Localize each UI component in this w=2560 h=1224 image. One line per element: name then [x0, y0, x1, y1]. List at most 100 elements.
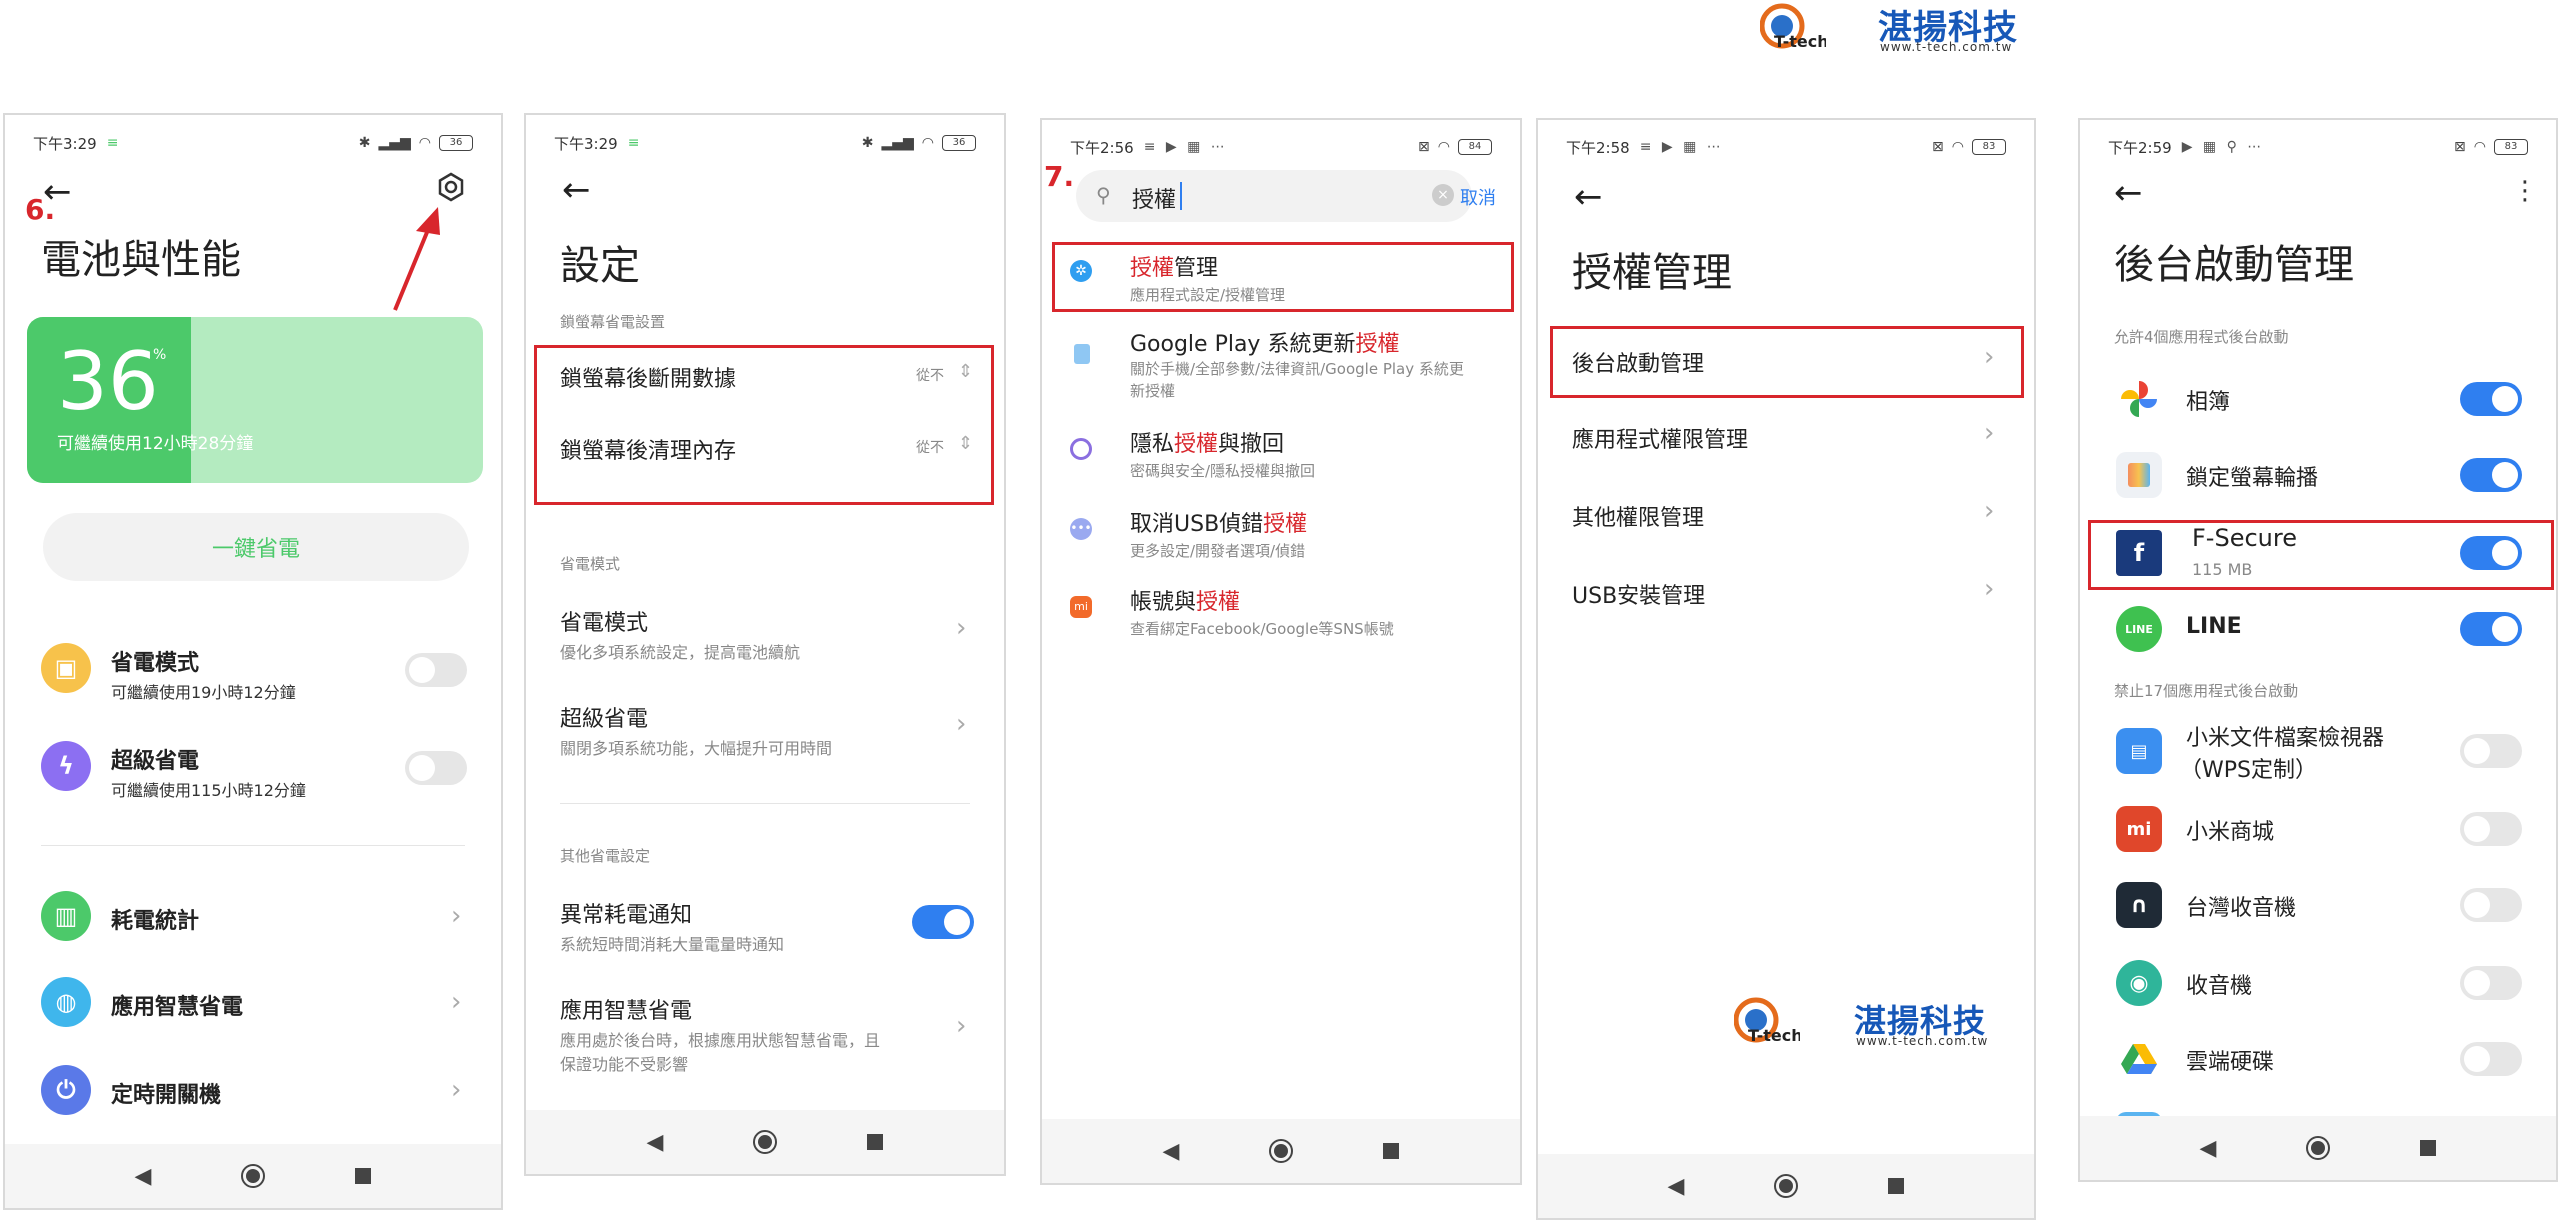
- app-toggle[interactable]: [2460, 812, 2522, 846]
- scheduled-power-title[interactable]: 定時開關機: [111, 1077, 221, 1109]
- status-time: 下午2:56: [1070, 138, 1134, 157]
- background-start-title[interactable]: 後台啟動管理: [1572, 346, 1704, 378]
- result-privacy[interactable]: 隱私授權與撤回 密碼與安全/隱私授權與撤回: [1042, 424, 1520, 494]
- back-arrow-icon[interactable]: ←: [2114, 176, 2143, 210]
- back-arrow-icon[interactable]: ←: [1574, 180, 1603, 214]
- app-permission-title[interactable]: 應用程式權限管理: [1572, 422, 1748, 454]
- app-toggle[interactable]: [2460, 536, 2522, 570]
- nav-back-icon[interactable]: ◀: [2200, 1136, 2217, 1161]
- app-toggle[interactable]: [2460, 888, 2522, 922]
- lock-clear-memory-title[interactable]: 鎖螢幕後清理內存: [560, 433, 736, 465]
- one-key-save-button[interactable]: 一鍵省電: [43, 513, 469, 581]
- result-title: 取消USB偵錯授權: [1130, 506, 1307, 538]
- usb-install-title[interactable]: USB安裝管理: [1572, 578, 1705, 610]
- abnormal-drain-title[interactable]: 異常耗電通知: [560, 897, 692, 929]
- status-bar: 下午3:29 ≡ ✱ ▂▄▆ ◠ 36: [526, 115, 1004, 171]
- more-options-icon[interactable]: ⋮: [2512, 176, 2538, 206]
- chevron-right-icon: ›: [451, 901, 462, 931]
- app-toggle[interactable]: [2460, 612, 2522, 646]
- watermark-logo: T-tech 湛揚科技 www.t-tech.com.tw: [1734, 996, 2034, 1056]
- lock-clear-memory-value[interactable]: 從不: [916, 437, 944, 457]
- nav-recent-icon[interactable]: [1888, 1178, 1905, 1194]
- result-title: Google Play 系統更新授權: [1130, 326, 1399, 358]
- remaining-time: 可繼續使用12小時28分鐘: [57, 434, 254, 454]
- nav-back-icon[interactable]: ◀: [1163, 1139, 1180, 1164]
- clear-icon[interactable]: ×: [1432, 184, 1454, 206]
- highlight-term: 授權: [1196, 590, 1241, 615]
- nav-back-icon[interactable]: ◀: [135, 1164, 152, 1189]
- mi-account-icon: mi: [1070, 596, 1092, 618]
- app-toggle[interactable]: [2460, 458, 2522, 492]
- nav-home-icon[interactable]: [1774, 1174, 1799, 1198]
- status-time: 下午2:59: [2108, 138, 2172, 157]
- google-drive-icon: [2116, 1036, 2162, 1082]
- wifi-icon: ◠: [418, 135, 431, 151]
- section-header: 允許4個應用程式後台啟動: [2114, 328, 2289, 346]
- nav-recent-icon[interactable]: [2420, 1140, 2437, 1156]
- svg-text:T-tech: T-tech: [1774, 32, 1826, 51]
- app-name: 相簿: [2186, 390, 2231, 415]
- nav-home-icon[interactable]: [2306, 1136, 2331, 1160]
- app-name-line2: （WPS定制）: [2180, 758, 2317, 783]
- screen-settings: 下午3:29 ≡ ✱ ▂▄▆ ◠ 36 ← 設定 鎖螢幕省電設置 鎖螢幕後斷開數…: [524, 113, 1006, 1176]
- result-usb-debug[interactable]: ••• 取消USB偵錯授權 更多設定/開發者選項/偵錯: [1042, 504, 1520, 574]
- nav-home-icon[interactable]: [241, 1164, 266, 1188]
- nav-recent-icon[interactable]: [867, 1134, 884, 1150]
- app-toggle[interactable]: [2460, 1042, 2522, 1076]
- sim-icon: ⊠: [1932, 139, 1944, 155]
- abnormal-drain-toggle[interactable]: [912, 905, 974, 939]
- nav-back-icon[interactable]: ◀: [1668, 1174, 1685, 1199]
- svg-text:T-tech: T-tech: [1748, 1026, 1800, 1045]
- app-name: LINE: [2186, 614, 2242, 639]
- result-title-pre: 隱私: [1130, 432, 1175, 457]
- nav-recent-icon[interactable]: [1383, 1143, 1400, 1159]
- smart-saving-title[interactable]: 應用智慧省電: [111, 989, 243, 1021]
- photos-app-icon: [2116, 376, 2162, 422]
- saving-mode-title[interactable]: 省電模式: [560, 605, 648, 637]
- lock-disconnect-data-value[interactable]: 從不: [916, 365, 944, 385]
- signal-icon: ▂▄▆: [378, 135, 411, 151]
- nav-home-icon[interactable]: [1269, 1139, 1294, 1163]
- app-smart-saving-title[interactable]: 應用智慧省電: [560, 993, 692, 1025]
- super-saving-sub: 關閉多項系統功能，大幅提升可用時間: [560, 739, 833, 758]
- super-saving-toggle[interactable]: [405, 751, 467, 785]
- fingerprint-icon: [1070, 438, 1092, 460]
- nav-home-icon[interactable]: [753, 1130, 778, 1154]
- battery-percent-sign: %: [153, 347, 167, 363]
- nav-back-icon[interactable]: ◀: [647, 1130, 664, 1155]
- highlight-term: 授權: [1355, 332, 1400, 357]
- search-input[interactable]: 授權: [1132, 182, 1176, 214]
- power-stats-title[interactable]: 耗電統計: [111, 903, 199, 935]
- power-saving-toggle[interactable]: [405, 653, 467, 687]
- app-toggle[interactable]: [2460, 734, 2522, 768]
- super-saving-title[interactable]: 超級省電: [560, 701, 648, 733]
- screen-search: 下午2:56 ≡ ▶ ▦ ⋯ ⊠ ◠ 84 7. ⚲ 授權 × 取消 ✲ 授權管…: [1040, 118, 1522, 1185]
- chevron-right-icon: ›: [451, 987, 462, 1017]
- chevron-right-icon: ›: [1984, 418, 1995, 448]
- nav-bar: ◀: [1042, 1119, 1520, 1183]
- cancel-link[interactable]: 取消: [1460, 184, 1496, 210]
- status-right: ✱ ▂▄▆ ◠ 36: [862, 135, 976, 151]
- search-bar[interactable]: ⚲ 授權 ×: [1076, 170, 1472, 222]
- chevron-right-icon: ›: [1984, 574, 1995, 604]
- company-logo: T-tech 湛揚科技 www.t-tech.com.tw: [1760, 0, 2060, 60]
- result-account[interactable]: mi 帳號與授權 查看綁定Facebook/Google等SNS帳號: [1042, 582, 1520, 652]
- app-toggle[interactable]: [2460, 966, 2522, 1000]
- settings-gear-icon[interactable]: [435, 171, 467, 203]
- result-google-play[interactable]: Google Play 系統更新授權 關於手機/全部參數/法律資訊/Google…: [1042, 324, 1520, 408]
- result-auth-manage[interactable]: ✲ 授權管理 應用程式設定/授權管理: [1042, 246, 1520, 316]
- other-permission-title[interactable]: 其他權限管理: [1572, 500, 1704, 532]
- super-saving-title: 超級省電: [111, 749, 200, 774]
- text-cursor: [1180, 182, 1182, 210]
- doc-icon: [1074, 344, 1090, 364]
- super-saving-sub: 可繼續使用115小時12分鐘: [111, 781, 306, 800]
- nav-recent-icon[interactable]: [355, 1168, 372, 1184]
- bluetooth-icon: ✱: [358, 135, 371, 151]
- status-bar: 下午2:58 ≡ ▶ ▦ ⋯ ⊠ ◠ 83: [1538, 120, 2034, 174]
- app-toggle[interactable]: [2460, 382, 2522, 416]
- status-bar: 下午3:29 ≡ ✱ ▂▄▆ ◠ 36: [5, 115, 501, 171]
- section-header: 其他省電設定: [560, 847, 651, 865]
- lock-disconnect-data-title[interactable]: 鎖螢幕後斷開數據: [560, 361, 736, 393]
- back-arrow-icon[interactable]: ←: [562, 173, 591, 207]
- result-title: 隱私授權與撤回: [1130, 426, 1284, 458]
